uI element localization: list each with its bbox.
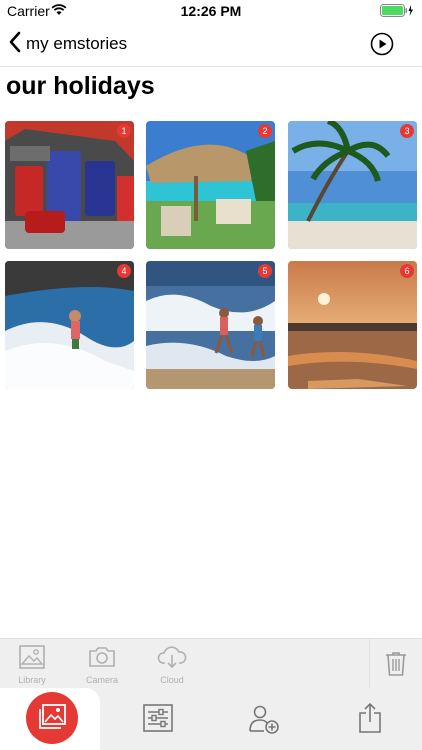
photo-tile-child-waves[interactable]: 4	[5, 261, 134, 389]
page-title: our holidays	[6, 72, 155, 100]
sunset-photo	[288, 261, 417, 389]
cloud-label: Cloud	[160, 675, 184, 685]
play-circle-icon	[370, 32, 394, 56]
photo-badge: 4	[117, 264, 131, 278]
tab-share[interactable]	[358, 702, 382, 739]
play-button[interactable]	[370, 32, 394, 61]
tab-settings[interactable]	[143, 704, 173, 737]
photo-tile-car-luggage[interactable]: 1	[5, 121, 134, 249]
back-label: my emstories	[26, 34, 128, 53]
sliders-icon	[143, 704, 173, 732]
photo-tile-pool-umbrella[interactable]: 2	[146, 121, 275, 249]
camera-label: Camera	[85, 675, 118, 685]
trash-icon	[386, 652, 406, 676]
status-bar: Carrier 12:26 PM	[0, 0, 422, 22]
navigation-bar: my emstories	[0, 22, 422, 67]
pool-umbrella-photo	[146, 121, 275, 249]
cloud-download-icon	[157, 646, 187, 669]
photo-badge: 2	[258, 124, 272, 138]
battery-icon	[380, 4, 414, 22]
back-button[interactable]: my emstories	[8, 30, 127, 58]
library-label: Library	[18, 675, 46, 685]
library-button[interactable]: Library	[2, 645, 62, 685]
camera-button[interactable]: Camera	[72, 645, 132, 685]
camera-icon	[89, 647, 115, 667]
share-icon	[359, 702, 381, 733]
photo-tile-palm-beach[interactable]: 3	[288, 121, 417, 249]
photo-tile-kids-surf[interactable]: 5	[146, 261, 275, 389]
bottom-tab-bar	[0, 688, 422, 750]
child-waves-photo	[5, 261, 134, 389]
clock: 12:26 PM	[180, 3, 242, 19]
palm-beach-photo	[288, 121, 417, 249]
chevron-left-icon	[8, 31, 22, 58]
kids-surf-photo	[146, 261, 275, 389]
photo-tile-sunset[interactable]: 6	[288, 261, 417, 389]
tab-photos[interactable]	[26, 692, 78, 744]
tab-add-person[interactable]	[248, 704, 280, 739]
photo-badge: 1	[117, 124, 131, 138]
photo-badge: 3	[400, 124, 414, 138]
cloud-button[interactable]: Cloud	[142, 645, 202, 685]
add-person-icon	[249, 705, 279, 734]
photo-badge: 5	[258, 264, 272, 278]
delete-button[interactable]	[369, 639, 422, 689]
photo-badge: 6	[400, 264, 414, 278]
car-luggage-photo	[5, 121, 134, 249]
library-icon	[19, 645, 45, 669]
source-toolbar: Library Camera Cloud	[0, 638, 422, 689]
photos-icon	[39, 704, 66, 729]
